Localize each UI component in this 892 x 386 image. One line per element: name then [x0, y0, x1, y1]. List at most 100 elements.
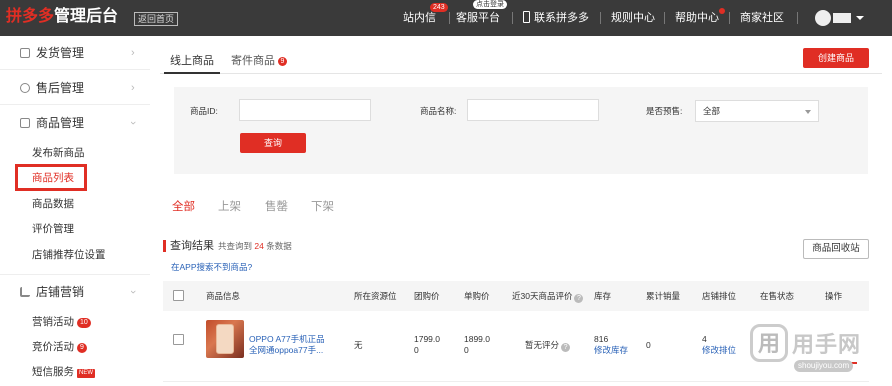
sidebar-item-goods-data[interactable]: 商品数据: [32, 198, 74, 211]
status-tab-off-shelf[interactable]: 下架: [311, 200, 334, 214]
nav-customer-service[interactable]: 客服平台: [456, 10, 500, 26]
delivery-icon: [20, 48, 30, 58]
count-badge: 9: [77, 343, 87, 353]
stock-value: 816: [594, 334, 609, 344]
sidebar: 发货管理 › 售后管理 › 商品管理 › 发布新商品 商品列表 商品数据 评价管…: [0, 36, 150, 386]
sidebar-section-goods[interactable]: 商品管理 ›: [0, 106, 150, 140]
sidebar-section-label: 售后管理: [36, 81, 85, 95]
logo-suffix: 管理后台: [54, 8, 119, 25]
logo-brand: 拼多多: [6, 8, 55, 25]
chevron-down-icon: [805, 110, 811, 114]
chevron-down-icon: ›: [126, 290, 139, 294]
presale-select[interactable]: 全部: [695, 100, 819, 122]
tab-consign-goods[interactable]: 寄件商品 9: [231, 54, 287, 68]
back-home-link[interactable]: 返回首页: [134, 12, 179, 26]
sidebar-item-publish-goods[interactable]: 发布新商品: [32, 147, 85, 160]
sidebar-item-sms[interactable]: 短信服务 NEW: [32, 366, 95, 379]
group-price-line: 1799.0: [414, 334, 440, 344]
nav-divider: [729, 12, 730, 24]
results-title: 查询结果 共查询到 24 条数据: [170, 239, 292, 253]
column-header: 所在资源位: [354, 291, 397, 301]
active-tab-underline: [164, 72, 220, 74]
single-price-line: 1899.0: [464, 334, 490, 344]
logo[interactable]: 拼多多管理后台: [6, 7, 118, 27]
sidebar-item-shop-recommend[interactable]: 店铺推荐位设置: [32, 249, 106, 262]
status-tab-on-shelf[interactable]: 上架: [218, 200, 241, 214]
sidebar-item-reviews[interactable]: 评价管理: [32, 223, 74, 236]
nav-help[interactable]: 帮助中心: [675, 10, 719, 26]
avatar[interactable]: [815, 10, 831, 26]
tab-online-goods[interactable]: 线上商品: [170, 54, 214, 68]
sidebar-item-marketing-activity[interactable]: 营销活动 10: [32, 316, 91, 329]
sidebar-item-label: 营销活动: [32, 316, 74, 328]
watermark: 用 用手网 shoujiyou.com: [742, 318, 892, 386]
product-name-link[interactable]: OPPO A77手机正品 全网通oppoa77手...: [249, 334, 325, 356]
user-name-redacted[interactable]: [833, 13, 851, 23]
goods-name-input[interactable]: [467, 99, 599, 121]
sidebar-section-label: 商品管理: [36, 116, 85, 130]
sidebar-item-label: 竞价活动: [32, 341, 74, 353]
tab-badge: 9: [278, 57, 287, 66]
nav-divider: [512, 12, 513, 24]
product-thumbnail[interactable]: [206, 320, 244, 358]
tab-label: 寄件商品: [231, 55, 275, 67]
sidebar-section-marketing[interactable]: 店铺营销 ›: [0, 274, 150, 308]
table-header: 商品信息 所在资源位 团购价 单购价 近30天商品评价? 库存 累计销量 店铺排…: [163, 281, 869, 311]
column-header-rating: 近30天商品评价?: [512, 290, 584, 303]
sales-count: 0: [646, 340, 651, 350]
sidebar-section-delivery[interactable]: 发货管理 ›: [0, 36, 150, 70]
question-icon[interactable]: ?: [561, 343, 571, 352]
create-goods-button[interactable]: 创建商品: [803, 48, 869, 68]
phone-image: [216, 324, 234, 354]
rating: 暂无评分?: [525, 340, 571, 352]
sidebar-item-bidding[interactable]: 竞价活动 9: [32, 341, 87, 354]
nav-divider: [449, 12, 450, 24]
chevron-right-icon: ›: [131, 82, 135, 94]
nav-inbox[interactable]: 站内信: [403, 10, 436, 26]
sidebar-section-aftersale[interactable]: 售后管理 ›: [0, 71, 150, 105]
column-header: 近30天商品评价: [512, 291, 573, 301]
goods-icon: [20, 118, 30, 128]
results-count-suffix: 条数据: [266, 241, 292, 251]
nav-community[interactable]: 商家社区: [740, 10, 784, 26]
rank-value: 4: [702, 334, 707, 344]
edit-rank-link[interactable]: 修改排位: [702, 345, 736, 356]
help-notification-dot: [719, 8, 725, 14]
nav-divider: [797, 12, 798, 24]
group-price: 1799.0 0: [414, 334, 440, 356]
active-item-highlight: [15, 164, 87, 191]
goods-id-label: 商品ID:: [190, 106, 218, 116]
edit-stock-link[interactable]: 修改库存: [594, 345, 628, 356]
results-count: 共查询到 24 条数据: [218, 241, 292, 251]
app-search-help-link[interactable]: 在APP搜索不到商品?: [171, 261, 252, 273]
select-all-checkbox[interactable]: [173, 290, 184, 301]
status-tab-all[interactable]: 全部: [172, 200, 195, 214]
question-icon[interactable]: ?: [574, 294, 584, 303]
marketing-icon: [20, 287, 30, 297]
goods-id-input[interactable]: [239, 99, 371, 121]
product-name-line: 全网通oppoa77手...: [249, 345, 324, 355]
single-price-line: 0: [464, 345, 469, 355]
rank-cell: 4 修改排位: [702, 334, 736, 356]
chevron-down-icon[interactable]: [856, 16, 864, 20]
sidebar-item-label: 短信服务: [32, 366, 74, 378]
column-header: 操作: [825, 291, 843, 301]
top-bar: 拼多多管理后台 返回首页 站内信 243 客服平台 点击登录 联系拼多多 规则中…: [0, 0, 892, 36]
nav-contact[interactable]: 联系拼多多: [534, 10, 589, 26]
rating-text: 暂无评分: [525, 340, 560, 350]
resource-slot: 无: [354, 340, 363, 350]
chevron-right-icon: ›: [131, 47, 135, 59]
row-checkbox[interactable]: [173, 334, 184, 345]
product-name-line: OPPO A77手机正品: [249, 334, 325, 344]
phone-icon: [523, 11, 530, 23]
column-header: 在售状态: [760, 291, 795, 301]
chevron-down-icon: ›: [126, 121, 139, 125]
query-button[interactable]: 查询: [240, 133, 306, 153]
nav-rules[interactable]: 规则中心: [611, 10, 655, 26]
status-tab-sold-out[interactable]: 售罄: [265, 200, 288, 214]
column-header: 库存: [594, 291, 612, 301]
stock-cell: 816 修改库存: [594, 334, 628, 356]
watermark-text: 用手网: [792, 332, 862, 357]
goods-tab-bar: 线上商品 寄件商品 9: [160, 48, 882, 74]
recycle-bin-button[interactable]: 商品回收站: [803, 239, 869, 259]
